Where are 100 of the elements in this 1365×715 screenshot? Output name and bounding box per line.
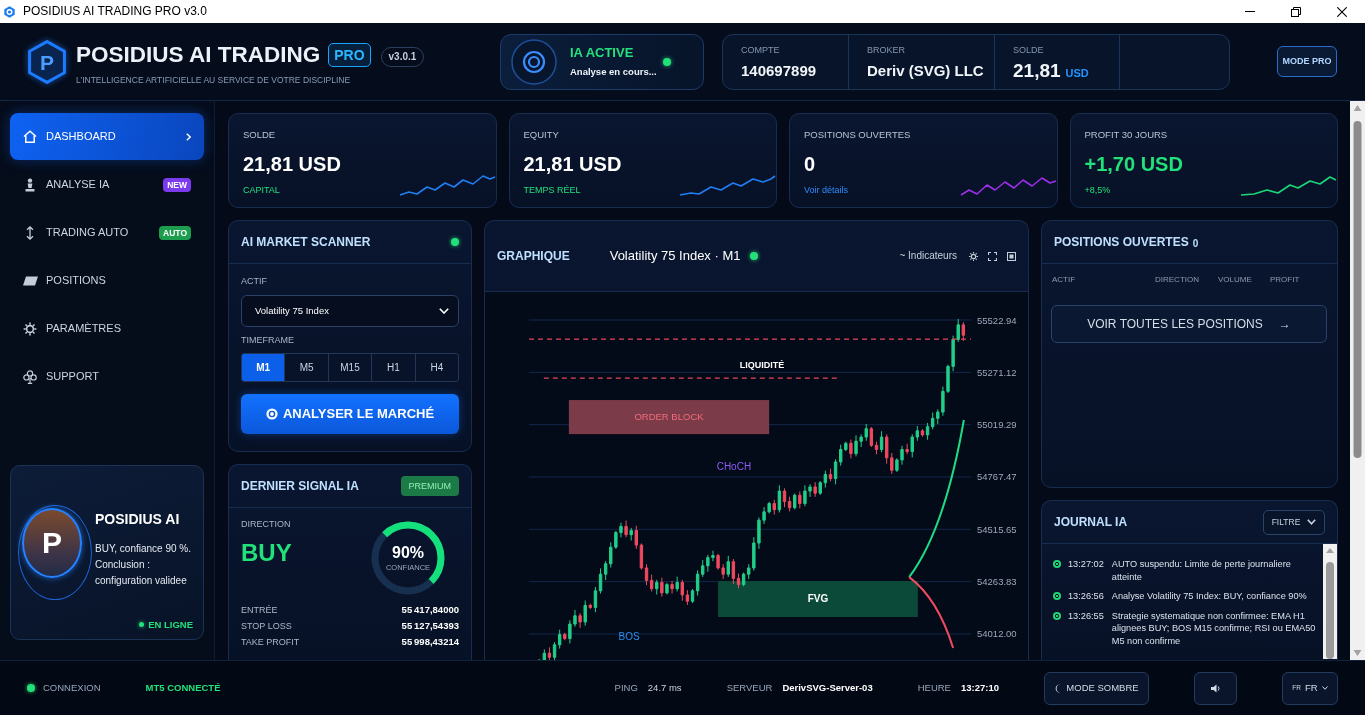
column-header: VOLUME <box>1218 274 1252 286</box>
tag-badge: NEW <box>163 178 191 192</box>
mode-button[interactable]: MODE PRO <box>1277 46 1337 77</box>
target-icon <box>511 38 557 85</box>
level-value: 55 998,43214 <box>401 636 459 648</box>
gauge-value: 90% <box>392 544 424 562</box>
status-value: 24.7 ms <box>647 682 682 694</box>
caret-down-icon <box>1321 686 1328 690</box>
stat-note: +8,5% <box>1084 184 1111 196</box>
field-label: SOLDE <box>1013 43 1044 56</box>
filter-dropdown[interactable]: FILTRE <box>1263 509 1325 535</box>
connection-status: MT5 CONNECTÉ <box>145 682 221 694</box>
nav-item[interactable]: TRADING AUTO AUTO <box>10 209 204 257</box>
account-value: Deriv (SVG) LLC <box>867 60 984 81</box>
field-label: COMPTE <box>741 43 780 56</box>
timeframe-tab[interactable]: H1 <box>372 354 416 381</box>
stat-note: CAPITAL <box>243 184 280 196</box>
tagline: L’INTELLIGENCE ARTIFICIELLE AU SERVICE DE VOTRE DISCIPLINE <box>76 74 351 86</box>
view-positions-button[interactable]: VOIR TOUTES LES POSITIONS → <box>1051 305 1327 343</box>
profile-message: BUY, confiance 90 %. Conclusion : configuration validee <box>95 542 192 588</box>
field-label: TIMEFRAME <box>241 335 294 346</box>
column-header: DIRECTION <box>1155 274 1199 286</box>
nav-item[interactable]: SUPPORT <box>10 353 204 401</box>
moon-icon <box>1054 683 1063 693</box>
stat-label: EQUITY <box>523 128 559 141</box>
timeframe-tab[interactable]: M1 <box>242 354 286 381</box>
field-label: ACTIF <box>241 276 267 287</box>
log-time: 13:26:56 <box>1068 590 1104 603</box>
updown-arrow-icon <box>26 226 34 240</box>
profile-name: POSIDIUS AI <box>95 511 180 528</box>
level-value: 55 417,84000 <box>401 604 459 616</box>
tag-badge: AUTO <box>159 226 191 240</box>
chevron-down-icon <box>1307 519 1317 525</box>
panel-title: POSITIONS OUVERTES <box>1054 234 1189 250</box>
status-label: EN LIGNE <box>148 618 193 630</box>
position-count: 0 <box>1192 237 1199 250</box>
target-icon <box>265 408 278 420</box>
status-label: HEURE <box>917 682 951 694</box>
log-time: 13:27:02 <box>1068 558 1104 571</box>
avatar: P <box>18 505 92 600</box>
home-icon <box>23 130 37 143</box>
stat-value: 0 <box>804 152 816 176</box>
premium-badge: PREMIUM <box>400 476 459 496</box>
level-label: ENTRÉE <box>241 604 278 616</box>
stat-label: PROFIT 30 JOURS <box>1084 128 1168 141</box>
minimize-icon <box>1245 11 1255 12</box>
details-link[interactable]: Voir détails <box>804 184 849 196</box>
axis-label: 55019.29 <box>977 419 1017 431</box>
stat-label: POSITIONS OUVERTES <box>804 128 911 141</box>
currency-label: USD <box>1065 65 1089 81</box>
theme-button[interactable]: MODE SOMBRE <box>1044 671 1149 705</box>
timeframe-tab[interactable]: H4 <box>415 354 458 381</box>
sound-button[interactable] <box>1194 671 1237 705</box>
indicators-button[interactable]: ~ Indicateurs <box>899 250 957 262</box>
asset-select[interactable]: Volatility 75 Index <box>241 295 459 327</box>
status-label: CONNEXION <box>43 682 101 694</box>
settings-icon[interactable] <box>969 251 978 261</box>
timeframe-tab[interactable]: M15 <box>328 354 373 381</box>
fullscreen-icon[interactable] <box>988 251 997 261</box>
nav-item[interactable]: POSITIONS <box>10 257 204 305</box>
club-icon <box>23 370 37 384</box>
log-message: AUTO suspendu: Limite de perte journaliere atteinte <box>1111 558 1292 583</box>
log-message: Strategie systematique non confirmee: EMA H1 alignees BUY; BOS M15 confirme; RSI ou EMA50 M5 non confirme <box>1111 609 1317 647</box>
column-header: ACTIF <box>1052 274 1076 286</box>
restore-icon <box>1291 6 1301 17</box>
settings-icon <box>23 322 37 336</box>
chart-symbol: Volatility 75 Index · M1 <box>609 248 741 264</box>
log-time: 13:26:55 <box>1068 609 1104 622</box>
field-label: BROKER <box>867 43 905 56</box>
log-message: Analyse Volatility 75 Index: BUY, confiance 90% <box>1111 590 1308 603</box>
timeframe-tab[interactable]: M5 <box>285 354 329 381</box>
edition-badge: PRO <box>328 42 371 67</box>
panel-title: GRAPHIQUE <box>497 248 570 264</box>
app-title: POSIDIUS AI TRADING <box>76 41 321 68</box>
column-header: PROFIT <box>1270 274 1300 286</box>
status-label: PING <box>614 682 638 694</box>
status-value: DerivSVG-Server-03 <box>782 682 873 694</box>
status-text: Analyse en cours... <box>570 66 657 78</box>
axis-label: 54515.65 <box>977 523 1017 535</box>
stat-value: 21,81 USD <box>243 152 341 176</box>
chevron-right-icon <box>186 132 191 141</box>
speaker-icon <box>1210 683 1221 693</box>
axis-label: 54263.83 <box>977 576 1017 588</box>
square-icon[interactable] <box>1007 251 1016 261</box>
status-value: 13:27:10 <box>960 682 999 694</box>
chevron-down-icon <box>439 308 449 314</box>
close-icon <box>1337 6 1347 17</box>
field-label: DIRECTION <box>241 519 291 530</box>
nav-item[interactable]: PARAMÈTRES <box>10 305 204 353</box>
window-title: POSIDIUS AI TRADING PRO v3.0 <box>23 4 207 19</box>
nav-item[interactable]: ANALYSE IA NEW <box>10 161 204 209</box>
signal-direction: BUY <box>241 539 292 567</box>
panel-title: AI MARKET SCANNER <box>241 234 371 250</box>
axis-label: 55522.94 <box>977 314 1017 326</box>
pawn-icon <box>24 178 36 192</box>
axis-label: 55271.12 <box>977 366 1017 378</box>
level-label: STOP LOSS <box>241 620 292 632</box>
level-label: TAKE PROFIT <box>241 636 300 648</box>
nav-item[interactable]: DASHBOARD <box>10 113 204 160</box>
analyze-button[interactable]: ANALYSER LE MARCHÉ <box>241 394 459 434</box>
